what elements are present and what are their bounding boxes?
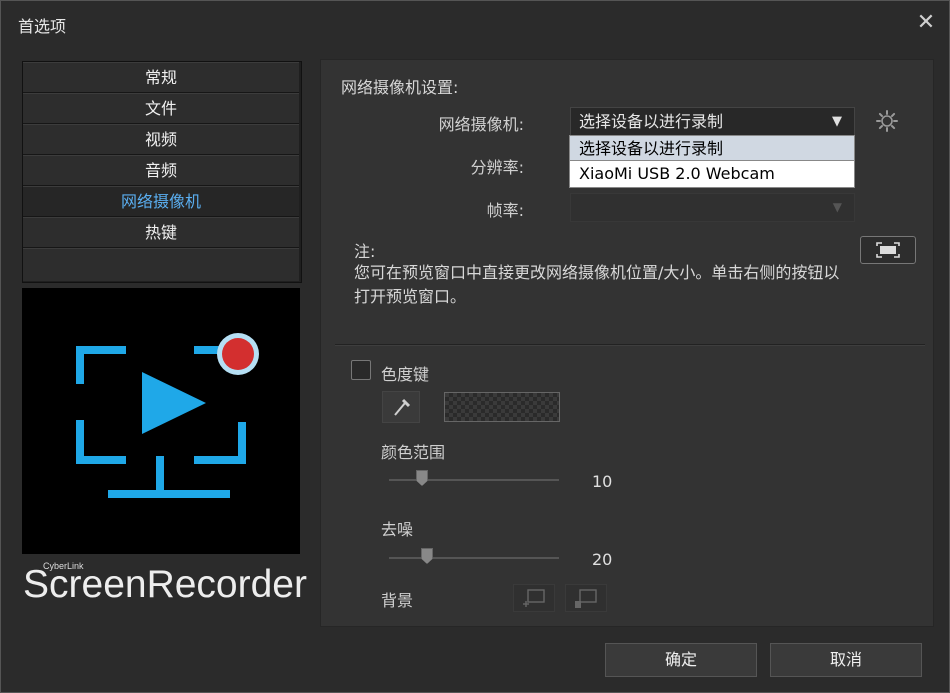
denoise-label: 去噪: [381, 520, 414, 539]
screenrecorder-logo-icon: [76, 333, 259, 498]
resolution-label: 分辨率:: [470, 158, 524, 177]
key-color-swatch[interactable]: [444, 392, 560, 422]
close-icon[interactable]: ✕: [911, 9, 941, 37]
category-nav: 常规 文件 视频 音频 网络摄像机 热键: [22, 61, 302, 283]
eyedropper-icon: [394, 398, 411, 416]
open-preview-button[interactable]: [860, 236, 916, 264]
chroma-key-label: 色度键: [381, 365, 430, 384]
fullscreen-icon: [876, 242, 900, 258]
camera-options-list: 选择设备以进行录制 XiaoMi USB 2.0 Webcam: [569, 135, 855, 188]
section-divider: [335, 344, 925, 346]
nav-item-audio[interactable]: 音频: [23, 155, 299, 186]
app-logo: [22, 288, 300, 554]
add-image-icon: [523, 589, 545, 607]
nav-item-file[interactable]: 文件: [23, 93, 299, 124]
nav-item-hotkeys[interactable]: 热键: [23, 217, 299, 248]
remove-background-button[interactable]: [565, 584, 607, 612]
camera-option-none[interactable]: 选择设备以进行录制: [570, 136, 854, 161]
delete-image-icon: [575, 589, 597, 608]
brand-name: ScreenRecorder: [23, 563, 307, 606]
denoise-value: 20: [592, 550, 613, 569]
ok-button[interactable]: 确定: [605, 643, 757, 677]
camera-select-value: 选择设备以进行录制: [579, 112, 724, 131]
eyedropper-button[interactable]: [382, 391, 420, 423]
framerate-select: ▼: [570, 193, 855, 222]
color-range-track: [389, 479, 559, 481]
gear-icon[interactable]: [875, 109, 899, 133]
camera-label: 网络摄像机:: [438, 115, 524, 134]
nav-empty-slot: [23, 248, 299, 281]
camera-option-xiaomi[interactable]: XiaoMi USB 2.0 Webcam: [570, 161, 854, 186]
denoise-track: [389, 557, 559, 559]
nav-item-general[interactable]: 常规: [23, 62, 299, 93]
title-bar: 首选项 ✕: [1, 1, 949, 45]
chevron-down-icon: ▼: [832, 114, 842, 129]
framerate-label: 帧率:: [486, 201, 524, 220]
window-title: 首选项: [18, 17, 67, 36]
note-title: 注:: [354, 242, 376, 261]
chevron-down-icon: ▼: [832, 200, 842, 214]
note-text: 您可在预览窗口中直接更改网络摄像机位置/大小。单击右侧的按钮以打开预览窗口。: [354, 263, 840, 306]
color-range-label: 颜色范围: [381, 443, 446, 462]
camera-select[interactable]: 选择设备以进行录制 ▼: [570, 107, 855, 136]
preferences-dialog: 首选项 ✕ 常规 文件 视频 音频 网络摄像机 热键 CyberLink Scr…: [0, 0, 950, 693]
background-label: 背景: [381, 591, 414, 610]
add-background-button[interactable]: [513, 584, 555, 612]
nav-item-webcam[interactable]: 网络摄像机: [23, 186, 299, 217]
webcam-section-title: 网络摄像机设置:: [341, 78, 459, 97]
color-range-value: 10: [592, 472, 613, 491]
chroma-key-checkbox[interactable]: [351, 360, 371, 380]
nav-item-video[interactable]: 视频: [23, 124, 299, 155]
cancel-button[interactable]: 取消: [770, 643, 922, 677]
